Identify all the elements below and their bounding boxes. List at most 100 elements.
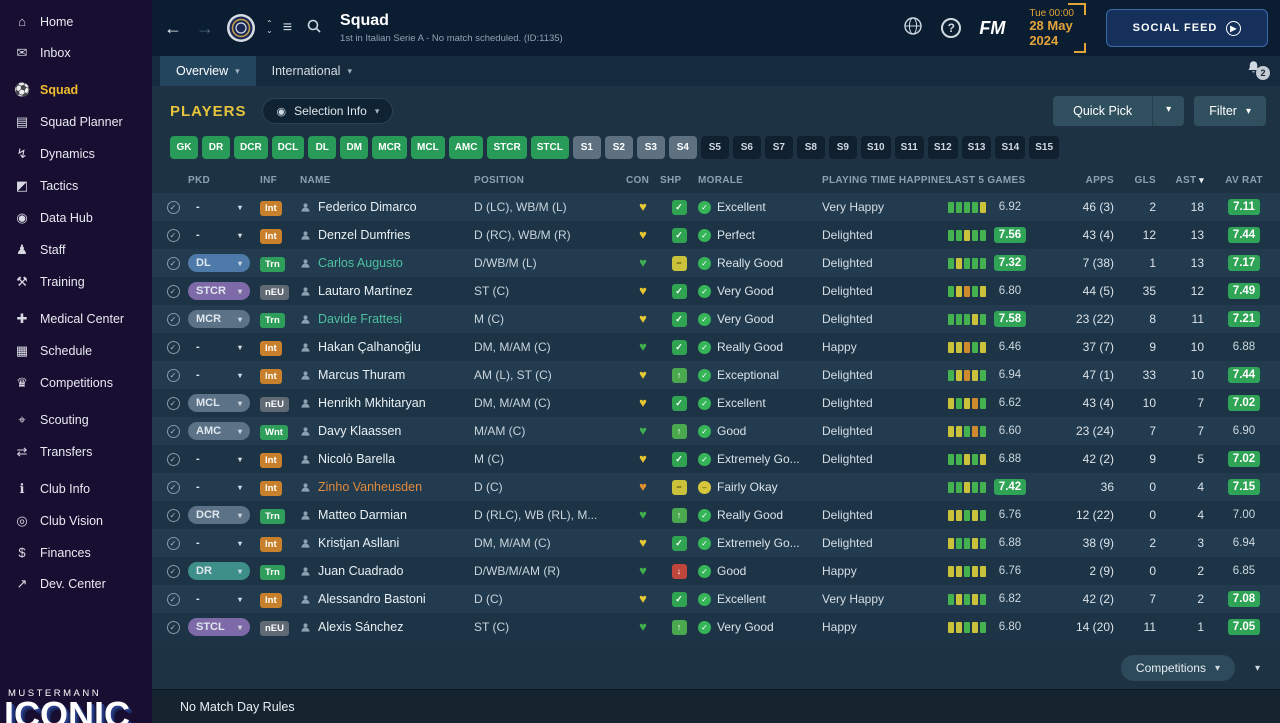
player-name[interactable]: Davy Klaassen [318, 424, 401, 438]
table-row[interactable]: ✓ - ▾ Int Marcus Thuram AM (L), ST (C) ♥ ↑ ✓ Exce… [152, 361, 1280, 389]
position-filter-dm[interactable]: DM [340, 136, 369, 159]
info-badge[interactable]: Trn [260, 257, 285, 272]
table-row[interactable]: ✓ STCL ▾ nEU Alexis Sánchez ST (C) ♥ ↑ ✓ Very Goo… [152, 613, 1280, 641]
sidebar-item-squad-planner[interactable]: ▤ Squad Planner [0, 106, 152, 138]
sidebar-item-home[interactable]: ⌂ Home [0, 6, 152, 37]
pick-position-dropdown[interactable]: - ▾ [188, 478, 250, 496]
sidebar-item-club-info[interactable]: ℹ Club Info [0, 473, 152, 505]
player-name[interactable]: Denzel Dumfries [318, 228, 410, 242]
info-badge[interactable]: Trn [260, 565, 285, 580]
filter-button[interactable]: Filter ▾ [1194, 96, 1266, 126]
pick-position-dropdown[interactable]: AMC ▾ [188, 422, 250, 440]
club-switcher[interactable]: ⌃ ⌄ [266, 20, 273, 35]
player-name[interactable]: Nicolò Barella [318, 452, 395, 466]
column-header-morale[interactable]: MORALE [698, 175, 822, 186]
table-row[interactable]: ✓ AMC ▾ Wnt Davy Klaassen M/AM (C) ♥ ↑ ✓ Good Deli… [152, 417, 1280, 445]
sidebar-item-dynamics[interactable]: ↯ Dynamics [0, 138, 152, 170]
forward-button[interactable]: → [194, 18, 216, 39]
position-filter-s1[interactable]: S1 [572, 136, 601, 159]
column-header-shp[interactable]: SHP [660, 175, 698, 186]
tab-international[interactable]: International ▾ [256, 56, 368, 86]
player-name[interactable]: Matteo Darmian [318, 508, 407, 522]
info-badge[interactable]: nEU [260, 621, 289, 636]
sidebar-item-schedule[interactable]: ▦ Schedule [0, 335, 152, 367]
position-filter-mcl[interactable]: MCL [411, 136, 445, 159]
sidebar-item-medical-center[interactable]: ✚ Medical Center [0, 303, 152, 335]
sidebar-item-club-vision[interactable]: ◎ Club Vision [0, 505, 152, 537]
column-header-apps[interactable]: APPS [1062, 175, 1124, 186]
sidebar-item-dev-center[interactable]: ↗ Dev. Center [0, 568, 152, 600]
row-checkbox[interactable]: ✓ [166, 368, 180, 382]
column-header-ast[interactable]: AST ▾ [1162, 175, 1208, 186]
competitions-dropdown[interactable]: Competitions ▾ [1120, 655, 1235, 681]
table-row[interactable]: ✓ DCR ▾ Trn Matteo Darmian D (RLC), WB (RL), … [152, 501, 1280, 529]
position-filter-s10[interactable]: S10 [860, 136, 891, 159]
table-row[interactable]: ✓ - ▾ Int Nicolò Barella M (C) ♥ ✓ ✓ Extremely Go… [152, 445, 1280, 473]
position-filter-s3[interactable]: S3 [636, 136, 665, 159]
position-filter-s14[interactable]: S14 [995, 136, 1026, 159]
row-checkbox[interactable]: ✓ [166, 536, 180, 550]
sidebar-item-competitions[interactable]: ♛ Competitions [0, 367, 152, 399]
player-name[interactable]: Alessandro Bastoni [318, 592, 426, 606]
player-name[interactable]: Carlos Augusto [318, 256, 403, 270]
row-checkbox[interactable]: ✓ [166, 564, 180, 578]
info-badge[interactable]: Wnt [260, 425, 288, 440]
player-name[interactable]: Hakan Çalhanoğlu [318, 340, 421, 354]
position-filter-stcl[interactable]: STCL [530, 136, 569, 159]
player-name[interactable]: Kristjan Asllani [318, 536, 399, 550]
position-filter-dcl[interactable]: DCL [271, 136, 305, 159]
row-checkbox[interactable]: ✓ [166, 228, 180, 242]
row-checkbox[interactable]: ✓ [166, 256, 180, 270]
notification-bell[interactable]: 2 [1246, 60, 1270, 80]
player-name[interactable]: Juan Cuadrado [318, 564, 403, 578]
player-name[interactable]: Davide Frattesi [318, 312, 402, 326]
info-badge[interactable]: Trn [260, 509, 285, 524]
pick-position-dropdown[interactable]: MCR ▾ [188, 310, 250, 328]
row-checkbox[interactable]: ✓ [166, 592, 180, 606]
pick-position-dropdown[interactable]: - ▾ [188, 450, 250, 468]
table-row[interactable]: ✓ STCR ▾ nEU Lautaro Martínez ST (C) ♥ ✓ ✓ Very G… [152, 277, 1280, 305]
info-badge[interactable]: Int [260, 481, 282, 496]
position-filter-s12[interactable]: S12 [927, 136, 958, 159]
table-row[interactable]: ✓ - ▾ Int Denzel Dumfries D (RC), WB/M (R) ♥ ✓ ✓… [152, 221, 1280, 249]
sidebar-item-inbox[interactable]: ✉ Inbox [0, 37, 152, 69]
sidebar-item-tactics[interactable]: ◩ Tactics [0, 170, 152, 202]
row-checkbox[interactable]: ✓ [166, 396, 180, 410]
world-icon[interactable] [903, 16, 923, 41]
position-filter-dcr[interactable]: DCR [234, 136, 268, 159]
position-filter-s11[interactable]: S11 [894, 136, 924, 159]
player-name[interactable]: Alexis Sánchez [318, 620, 403, 634]
table-row[interactable]: ✓ - ▾ Int Kristjan Asllani DM, M/AM (C) ♥ ✓ ✓ Ext… [152, 529, 1280, 557]
help-icon[interactable]: ? [941, 18, 962, 38]
column-header-pth[interactable]: PLAYING TIME HAPPINESS [822, 175, 948, 186]
menu-icon[interactable]: ≡ [283, 19, 292, 37]
table-row[interactable]: ✓ DR ▾ Trn Juan Cuadrado D/WB/M/AM (R) ♥ ↓ ✓ Good… [152, 557, 1280, 585]
pick-position-dropdown[interactable]: MCL ▾ [188, 394, 250, 412]
column-header-pkd[interactable]: PKD [188, 175, 260, 186]
pick-position-dropdown[interactable]: - ▾ [188, 198, 250, 216]
pick-position-dropdown[interactable]: DR ▾ [188, 562, 250, 580]
row-checkbox[interactable]: ✓ [166, 284, 180, 298]
table-row[interactable]: ✓ - ▾ Int Federico Dimarco D (LC), WB/M (L) ♥ ✓… [152, 193, 1280, 221]
column-header-con[interactable]: CON [626, 175, 660, 186]
column-header-gls[interactable]: GLS [1124, 175, 1162, 186]
search-icon[interactable] [306, 18, 322, 39]
info-badge[interactable]: Int [260, 537, 282, 552]
row-checkbox[interactable]: ✓ [166, 200, 180, 214]
info-badge[interactable]: Int [260, 201, 282, 216]
row-checkbox[interactable]: ✓ [166, 620, 180, 634]
back-button[interactable]: ← [162, 18, 184, 39]
sidebar-item-staff[interactable]: ♟ Staff [0, 234, 152, 266]
column-header-last5[interactable]: LAST 5 GAMES [948, 175, 1062, 186]
sidebar-item-scouting[interactable]: ⌖ Scouting [0, 404, 152, 436]
quick-pick-chevron[interactable]: ▾ [1153, 96, 1184, 126]
sidebar-item-data-hub[interactable]: ◉ Data Hub [0, 202, 152, 234]
position-filter-s4[interactable]: S4 [668, 136, 697, 159]
sidebar-item-finances[interactable]: $ Finances [0, 537, 152, 568]
info-badge[interactable]: Trn [260, 313, 285, 328]
info-badge[interactable]: Int [260, 453, 282, 468]
position-filter-stcr[interactable]: STCR [487, 136, 527, 159]
pick-position-dropdown[interactable]: STCR ▾ [188, 282, 250, 300]
pick-position-dropdown[interactable]: - ▾ [188, 366, 250, 384]
panel-collapse-chevron[interactable]: ▾ [1251, 659, 1264, 678]
